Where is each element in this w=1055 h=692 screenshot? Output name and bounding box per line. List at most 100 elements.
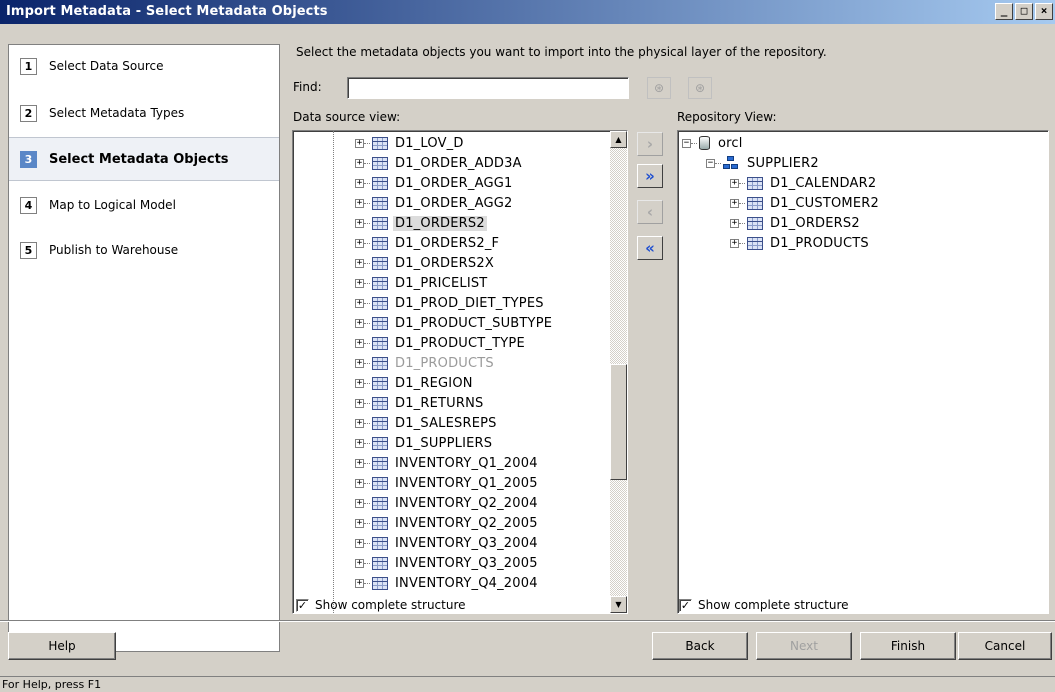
- expand-icon[interactable]: +: [355, 298, 364, 308]
- expand-icon[interactable]: +: [355, 318, 364, 328]
- expand-icon[interactable]: +: [355, 358, 364, 368]
- datasource-scrollbar[interactable]: ▲ ▼: [610, 131, 627, 613]
- scroll-down-button[interactable]: ▼: [610, 596, 627, 613]
- wizard-step-2[interactable]: 2 Select Metadata Types: [9, 92, 279, 136]
- find-input[interactable]: [347, 77, 629, 99]
- wizard-step-1[interactable]: 1 Select Data Source: [9, 45, 279, 89]
- expand-icon[interactable]: +: [355, 178, 364, 188]
- expand-icon[interactable]: +: [355, 238, 364, 248]
- back-button[interactable]: Back: [652, 632, 748, 660]
- tree-item-label: D1_ORDERS2_F: [395, 235, 500, 251]
- datasource-tree-item[interactable]: + D1_PRICELIST: [355, 273, 489, 293]
- expand-icon[interactable]: +: [355, 478, 364, 488]
- remove-selected-button[interactable]: ‹: [637, 200, 663, 224]
- repository-tree-item[interactable]: + D1_PRODUCTS: [730, 233, 871, 253]
- expand-icon[interactable]: +: [355, 518, 364, 528]
- datasource-tree-item[interactable]: + D1_ORDERS2_F: [355, 233, 501, 253]
- up-arrow-icon: ▲: [615, 135, 622, 144]
- datasource-tree-item[interactable]: + D1_PRODUCTS: [355, 353, 496, 373]
- expand-icon[interactable]: +: [355, 438, 364, 448]
- datasource-tree-item[interactable]: + D1_ORDER_AGG2: [355, 193, 515, 213]
- checkbox-label: Show complete structure: [315, 598, 466, 612]
- step-label: Map to Logical Model: [49, 198, 176, 212]
- tree-node-root[interactable]: − orcl: [682, 133, 745, 153]
- scroll-thumb[interactable]: [610, 364, 627, 480]
- expand-icon[interactable]: +: [355, 378, 364, 388]
- repository-view-label: Repository View:: [677, 110, 777, 124]
- datasource-tree-item[interactable]: + INVENTORY_Q1_2005: [355, 473, 540, 493]
- scroll-up-button[interactable]: ▲: [610, 131, 627, 148]
- datasource-tree-item[interactable]: + D1_ORDERS2X: [355, 253, 496, 273]
- expand-icon[interactable]: +: [355, 278, 364, 288]
- datasource-tree-item[interactable]: + D1_ORDER_AGG1: [355, 173, 515, 193]
- find-next-button[interactable]: ⊛: [647, 77, 671, 99]
- datasource-tree-item[interactable]: + D1_RETURNS: [355, 393, 486, 413]
- expand-icon[interactable]: +: [355, 198, 364, 208]
- expand-icon[interactable]: +: [355, 158, 364, 168]
- finish-button[interactable]: Finish: [860, 632, 956, 660]
- expand-icon[interactable]: +: [355, 218, 364, 228]
- datasource-tree-item[interactable]: + INVENTORY_Q1_2004: [355, 453, 540, 473]
- expand-icon[interactable]: +: [730, 218, 739, 228]
- datasource-tree-item[interactable]: + D1_ORDERS2: [355, 213, 487, 233]
- next-button[interactable]: Next: [756, 632, 852, 660]
- table-icon: [372, 576, 388, 590]
- help-button[interactable]: Help: [8, 632, 116, 660]
- maximize-button[interactable]: □: [1015, 3, 1033, 20]
- step-label: Publish to Warehouse: [49, 243, 179, 257]
- datasource-tree-item[interactable]: + D1_SUPPLIERS: [355, 433, 494, 453]
- wizard-step-4[interactable]: 4 Map to Logical Model: [9, 184, 279, 228]
- remove-all-button[interactable]: «: [637, 236, 663, 260]
- expand-icon[interactable]: +: [355, 498, 364, 508]
- datasource-tree-item[interactable]: + D1_REGION: [355, 373, 475, 393]
- table-icon: [372, 536, 388, 550]
- cancel-button[interactable]: Cancel: [958, 632, 1052, 660]
- collapse-icon[interactable]: −: [706, 158, 715, 168]
- collapse-icon[interactable]: −: [682, 138, 691, 148]
- expand-icon[interactable]: +: [355, 558, 364, 568]
- add-all-button[interactable]: »: [637, 164, 663, 188]
- show-structure-left-checkbox[interactable]: ✓ Show complete structure: [296, 598, 466, 612]
- repository-tree[interactable]: − orcl − SUPPLIER2 + D1_CALENDAR2 + D1_CUST…: [677, 130, 1049, 614]
- datasource-tree-item[interactable]: + INVENTORY_Q3_2005: [355, 553, 540, 573]
- add-selected-button[interactable]: ›: [637, 132, 663, 156]
- datasource-tree-item[interactable]: + D1_PRODUCT_SUBTYPE: [355, 313, 554, 333]
- tree-connector: [364, 222, 370, 224]
- datasource-tree-item[interactable]: + INVENTORY_Q2_2005: [355, 513, 540, 533]
- datasource-tree-item[interactable]: + D1_SALESREPS: [355, 413, 499, 433]
- wizard-step-3[interactable]: 3 Select Metadata Objects: [9, 137, 279, 181]
- tree-item-label: D1_ORDER_AGG2: [395, 195, 513, 211]
- expand-icon[interactable]: +: [355, 398, 364, 408]
- expand-icon[interactable]: +: [730, 178, 739, 188]
- expand-icon[interactable]: +: [355, 338, 364, 348]
- tree-node-schema[interactable]: − SUPPLIER2: [706, 153, 821, 173]
- checkbox-box[interactable]: ✓: [296, 598, 309, 612]
- datasource-tree-item[interactable]: + D1_PROD_DIET_TYPES: [355, 293, 546, 313]
- expand-icon[interactable]: +: [730, 238, 739, 248]
- show-structure-right-checkbox[interactable]: ✓ Show complete structure: [679, 598, 849, 612]
- datasource-tree-item[interactable]: + D1_LOV_D: [355, 133, 466, 153]
- datasource-tree[interactable]: + D1_LOV_D + D1_ORDER_ADD3A + D1_ORDER_AGG1 + D…: [292, 130, 628, 614]
- tree-connector: [364, 522, 370, 524]
- table-icon: [372, 356, 388, 370]
- expand-icon[interactable]: +: [355, 578, 364, 588]
- repository-tree-item[interactable]: + D1_CUSTOMER2: [730, 193, 881, 213]
- checkbox-box[interactable]: ✓: [679, 598, 692, 612]
- repository-tree-item[interactable]: + D1_ORDERS2: [730, 213, 862, 233]
- datasource-tree-item[interactable]: + D1_ORDER_ADD3A: [355, 153, 524, 173]
- expand-icon[interactable]: +: [355, 458, 364, 468]
- find-again-button[interactable]: ⊛: [688, 77, 712, 99]
- close-button[interactable]: ×: [1035, 3, 1053, 20]
- minimize-button[interactable]: _: [995, 3, 1013, 20]
- expand-icon[interactable]: +: [355, 538, 364, 548]
- expand-icon[interactable]: +: [355, 138, 364, 148]
- wizard-step-5[interactable]: 5 Publish to Warehouse: [9, 229, 279, 273]
- datasource-tree-item[interactable]: + INVENTORY_Q3_2004: [355, 533, 540, 553]
- expand-icon[interactable]: +: [355, 258, 364, 268]
- datasource-tree-item[interactable]: + INVENTORY_Q2_2004: [355, 493, 540, 513]
- datasource-tree-item[interactable]: + D1_PRODUCT_TYPE: [355, 333, 527, 353]
- datasource-tree-item[interactable]: + INVENTORY_Q4_2004: [355, 573, 540, 593]
- expand-icon[interactable]: +: [730, 198, 739, 208]
- repository-tree-item[interactable]: + D1_CALENDAR2: [730, 173, 878, 193]
- expand-icon[interactable]: +: [355, 418, 364, 428]
